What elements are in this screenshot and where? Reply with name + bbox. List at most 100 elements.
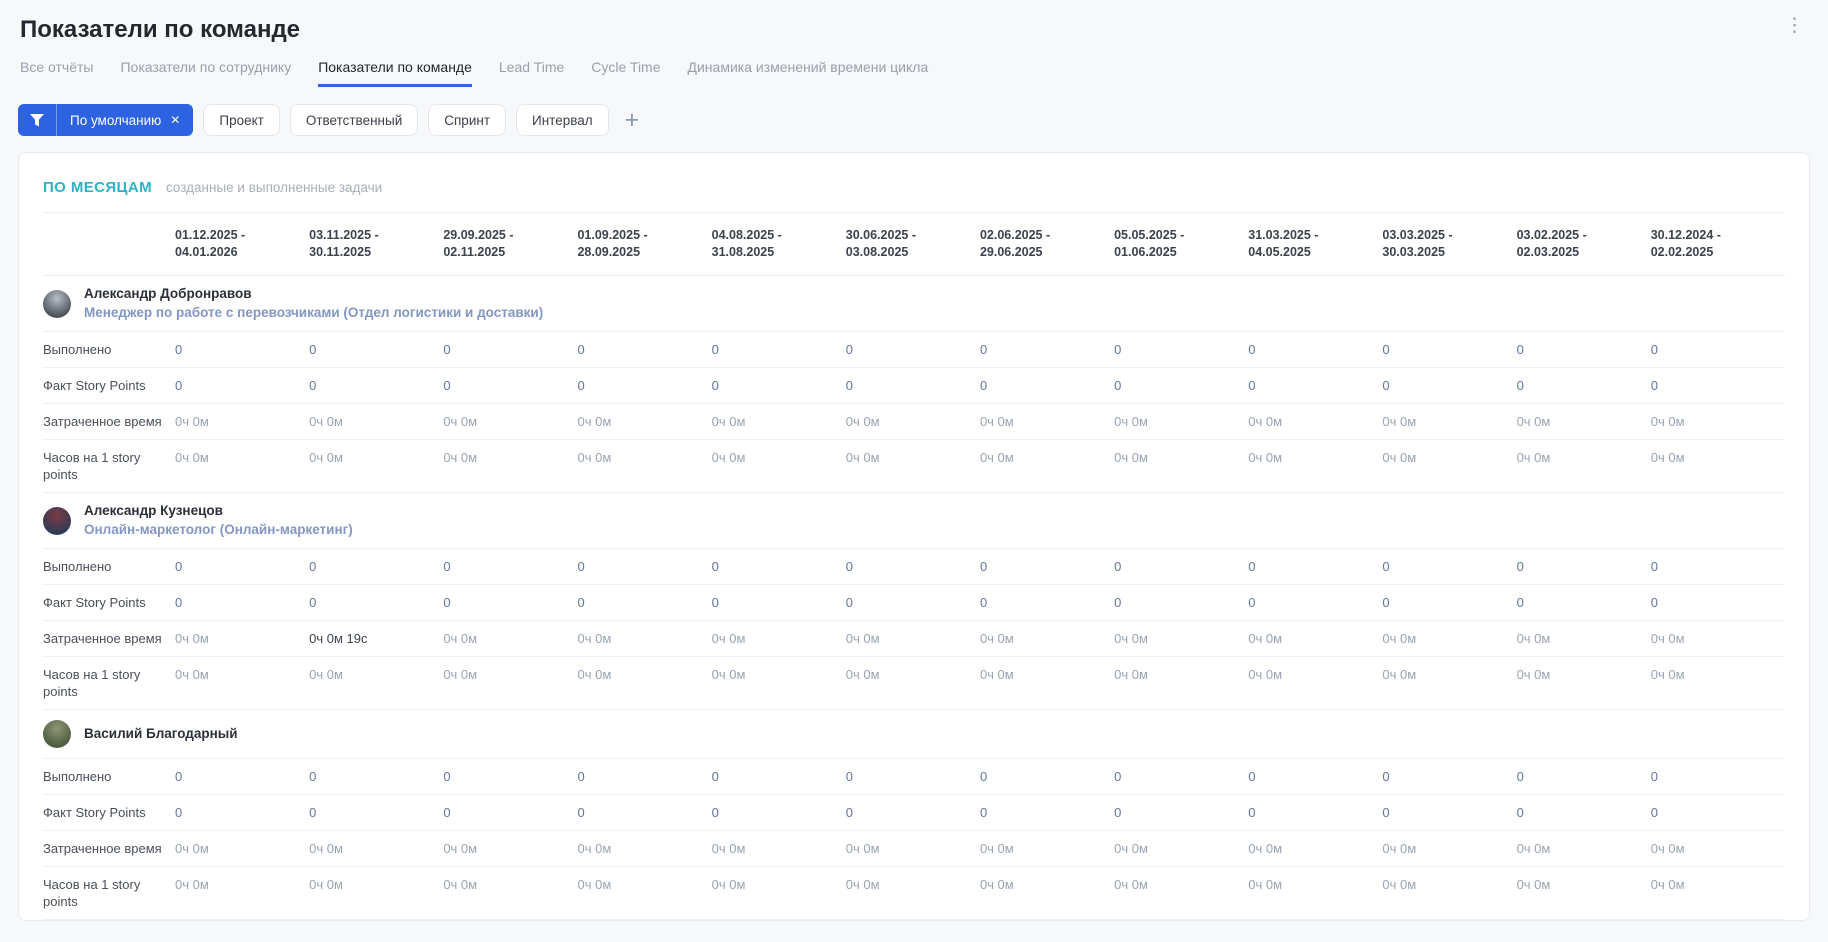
tab[interactable]: Показатели по команде (318, 59, 472, 87)
metric-value: 0ч 0м (1382, 414, 1417, 429)
metric-value-cell: 0 (711, 367, 846, 404)
metric-value: 0ч 0м (1248, 631, 1283, 646)
metric-value-cell: 0 (577, 331, 712, 368)
metric-column-header (43, 212, 175, 276)
metric-value-cell: 0ч 0м (979, 866, 1115, 920)
filter-button[interactable]: Интервал (516, 104, 609, 136)
metric-value: 0ч 0м (845, 450, 880, 465)
employee-avatar (43, 506, 71, 535)
metric-value: 0ч 0м (1650, 414, 1685, 429)
active-filter-chip[interactable]: По умолчанию ✕ (18, 104, 194, 136)
metric-value: 0ч 0м (443, 667, 478, 682)
metric-value: 0 (1114, 342, 1122, 357)
metric-value-cell: 0 (979, 584, 1115, 621)
metric-value: 0 (1650, 378, 1658, 393)
metric-value: 0 (175, 342, 183, 357)
employee-name: Александр Кузнецов (84, 503, 223, 518)
metric-label: Затраченное время (43, 403, 175, 440)
metric-value-cell: 0 (309, 367, 444, 404)
metric-value-cell: 0ч 0м (1248, 403, 1383, 440)
metric-value-cell: 0ч 0м (1248, 656, 1383, 710)
metric-value-cell: 0ч 0м (1114, 866, 1249, 920)
metric-value-cell: 0 (711, 758, 846, 795)
metric-value: 0ч 0м (309, 450, 343, 465)
metric-value-cell: 0 (1248, 331, 1383, 368)
filter-button[interactable]: Ответственный (289, 104, 419, 136)
metric-value-cell: 0ч 0м (1382, 866, 1517, 920)
metric-value-cell: 0 (845, 794, 980, 831)
metric-value-cell: 0ч 0м (1114, 656, 1249, 710)
metric-value-cell: 0ч 0м (979, 620, 1115, 657)
tab[interactable]: Динамика изменений времени цикла (688, 59, 929, 87)
metric-value-cell: 0ч 0м (711, 620, 846, 657)
page-title: Показатели по команде (20, 16, 301, 43)
metric-value-cell: 0 (175, 794, 310, 831)
period-column-header: 01.12.2025 - 04.01.2026 (175, 212, 310, 276)
metric-value-cell: 0 (443, 794, 578, 831)
metric-value-cell: 0 (711, 794, 846, 831)
add-filter-icon[interactable]: + (625, 108, 640, 133)
metric-value: 0 (1516, 559, 1524, 574)
metric-value-cell: 0 (309, 584, 444, 621)
metric-value-cell: 0ч 0м (1650, 830, 1785, 867)
metric-value: 0ч 0м (443, 841, 478, 856)
metric-value: 0 (711, 378, 719, 393)
metric-value-cell: 0 (979, 794, 1115, 831)
metric-value-cell: 0 (175, 758, 310, 795)
metric-value: 0ч 0м (309, 414, 343, 429)
metric-value-cell: 0ч 0м (443, 830, 578, 867)
metric-value-cell: 0ч 0м (443, 403, 578, 440)
metric-value: 0ч 0м (175, 667, 209, 682)
period-column-header: 30.12.2024 - 02.02.2025 (1650, 212, 1785, 276)
metric-value: 0ч 0м (1114, 414, 1148, 429)
metric-value: 0 (845, 378, 854, 393)
metric-value: 0 (979, 342, 988, 357)
metric-value-cell: 0 (1248, 758, 1383, 795)
metric-value-cell: 0 (309, 794, 444, 831)
metric-value: 0ч 0м (443, 877, 478, 892)
filter-button[interactable]: Проект (203, 104, 280, 136)
metric-value: 0 (443, 378, 451, 393)
metric-value-cell: 0ч 0м (845, 439, 980, 493)
metric-value-cell: 0 (1382, 548, 1517, 585)
metric-value-cell: 0 (175, 584, 310, 621)
metric-label: Выполнено (43, 758, 175, 795)
metric-value-cell: 0ч 0м (845, 403, 980, 440)
metric-row: Затраченное время 0ч 0м 0ч 0м 0ч 0м 0ч 0м 0ч … (43, 830, 1785, 867)
employee-role-link[interactable]: Менеджер по работе с перевозчиками (Отде… (84, 305, 543, 321)
employee-role-link[interactable]: Онлайн-маркетолог (Онлайн-маркетинг) (84, 522, 353, 538)
funnel-icon (18, 104, 57, 136)
metric-value-cell: 0ч 0м 19с (309, 620, 444, 657)
metric-value-cell: 0 (1516, 367, 1651, 404)
tab[interactable]: Показатели по сотруднику (120, 59, 291, 87)
employee-name: Александр Добронравов (84, 286, 252, 301)
metric-value: 0 (1248, 769, 1256, 784)
tab[interactable]: Lead Time (499, 59, 564, 87)
metric-value: 0 (1114, 595, 1122, 610)
metric-value-cell: 0ч 0м (443, 439, 578, 493)
metric-value-cell: 0ч 0м (175, 620, 310, 657)
metric-value: 0 (1248, 559, 1256, 574)
metric-value: 0ч 0м (175, 414, 209, 429)
tab[interactable]: Все отчёты (20, 59, 93, 87)
metric-value-cell: 0ч 0м (443, 656, 578, 710)
metric-value: 0ч 0м (979, 414, 1014, 429)
metric-value: 0 (979, 559, 988, 574)
metric-label: Затраченное время (43, 830, 175, 867)
tab[interactable]: Cycle Time (591, 59, 660, 87)
metric-value: 0ч 0м (845, 631, 880, 646)
metric-value: 0 (175, 378, 183, 393)
period-column-header: 03.11.2025 - 30.11.2025 (309, 212, 444, 276)
metric-row: Часов на 1 story points 0ч 0м 0ч 0м 0ч 0м 0ч… (43, 656, 1785, 710)
metric-value-cell: 0ч 0м (1650, 439, 1785, 493)
metric-value: 0 (1516, 805, 1524, 820)
metric-value-cell: 0ч 0м (1516, 439, 1651, 493)
kebab-menu-icon[interactable]: ⋮ (1785, 16, 1804, 35)
metric-value-cell: 0ч 0м (1248, 830, 1383, 867)
filter-button[interactable]: Спринт (428, 104, 506, 136)
metric-value-cell: 0 (1114, 331, 1249, 368)
remove-filter-icon[interactable]: ✕ (170, 113, 180, 127)
metric-value: 0ч 0м (979, 631, 1014, 646)
metric-value: 0 (443, 769, 451, 784)
filter-bar: По умолчанию ✕ Проект Ответственный Спринт… (18, 104, 1828, 136)
